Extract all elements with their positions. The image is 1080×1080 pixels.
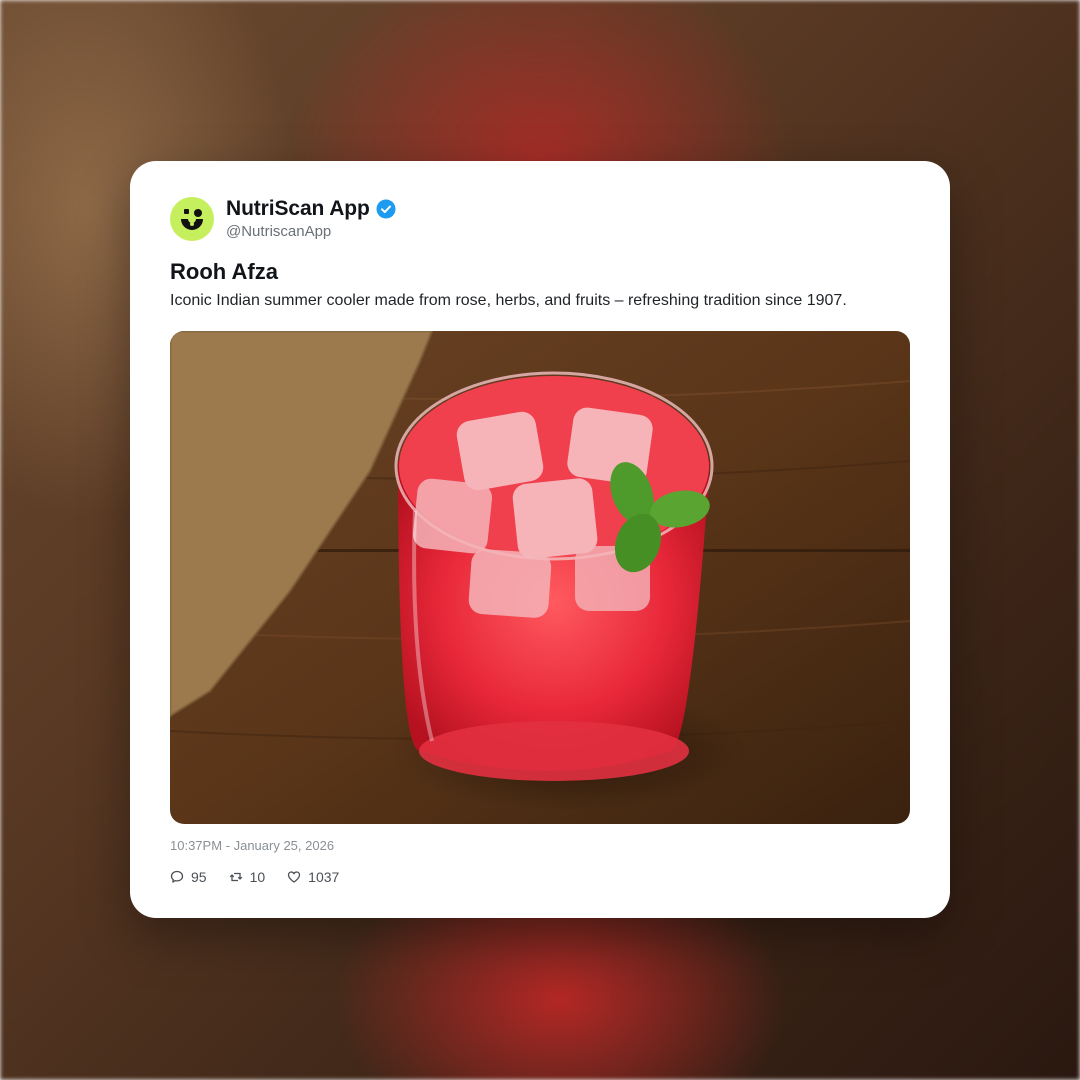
reply-button[interactable]: 95 bbox=[170, 869, 207, 885]
verified-badge-icon bbox=[376, 199, 396, 219]
drink-photo bbox=[170, 331, 910, 824]
nutriscan-logo-icon bbox=[181, 209, 203, 230]
like-button[interactable]: 1037 bbox=[287, 869, 339, 885]
heart-icon bbox=[288, 871, 301, 883]
post-image[interactable] bbox=[170, 331, 910, 824]
comment-icon bbox=[170, 870, 184, 883]
post-card: NutriScan App @NutriscanApp Rooh Afza Ic… bbox=[130, 161, 950, 918]
repost-count: 10 bbox=[249, 869, 266, 885]
post-title: Rooh Afza bbox=[170, 259, 278, 284]
like-count: 1037 bbox=[308, 869, 340, 885]
post-timestamp: 10:37PM - January 25, 2026 bbox=[170, 838, 335, 853]
reply-count: 95 bbox=[191, 869, 207, 885]
engagement-bar: 95 10 1037 bbox=[170, 869, 361, 885]
account-handle[interactable]: @NutriscanApp bbox=[226, 223, 331, 240]
avatar[interactable] bbox=[170, 197, 214, 241]
repost-icon bbox=[229, 872, 242, 882]
account-name[interactable]: NutriScan App bbox=[226, 197, 370, 221]
account-name-row: NutriScan App bbox=[226, 197, 396, 221]
repost-button[interactable]: 10 bbox=[229, 869, 266, 885]
post-description: Iconic Indian summer cooler made from ro… bbox=[170, 292, 847, 309]
